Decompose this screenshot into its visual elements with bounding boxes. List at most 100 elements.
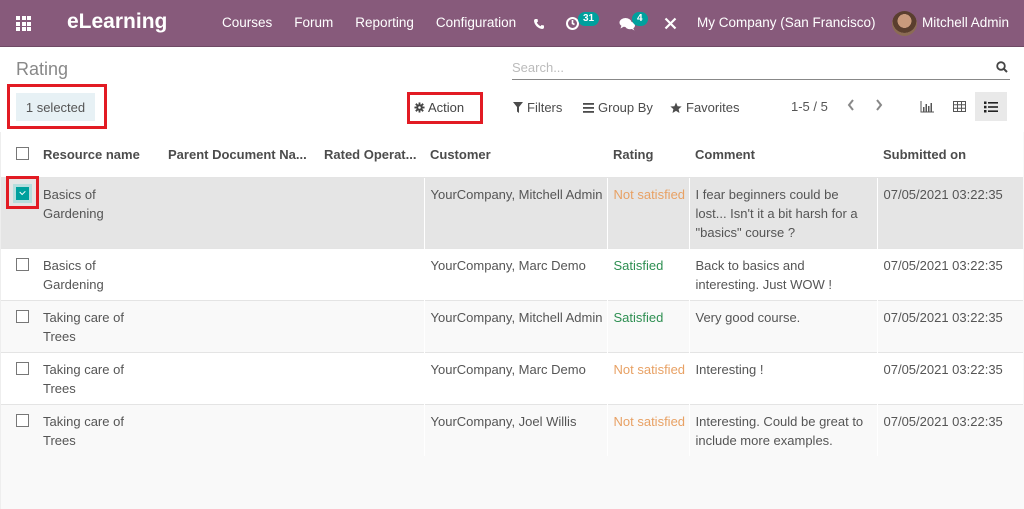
- view-graph-button[interactable]: [911, 92, 943, 121]
- resource-name-cell[interactable]: Taking care of Trees: [37, 403, 162, 456]
- list-view: Resource name Parent Document Na... Rate…: [0, 132, 1024, 509]
- resource-name-cell[interactable]: Taking care of Trees: [37, 351, 162, 404]
- main-menu: Courses Forum Reporting Configuration: [222, 15, 538, 30]
- table-row[interactable]: Taking care of Trees YourCompany, Marc De…: [1, 351, 1023, 404]
- breadcrumb: Rating: [16, 59, 69, 79]
- customer-cell[interactable]: YourCompany, Joel Willis: [423, 403, 607, 456]
- column-header-customer[interactable]: Customer: [424, 132, 607, 178]
- ratings-table: Resource name Parent Document Na... Rate…: [1, 132, 1023, 456]
- row-checkbox[interactable]: [16, 361, 29, 375]
- selected-count: 1 selected: [16, 93, 95, 121]
- resource-name-cell[interactable]: Basics of Gardening: [37, 247, 162, 300]
- debug-tools-icon[interactable]: [664, 0, 677, 47]
- parent-document-cell[interactable]: [162, 403, 318, 456]
- star-icon: [670, 102, 682, 113]
- parent-document-cell[interactable]: [162, 299, 318, 352]
- table-row[interactable]: Taking care of Trees YourCompany, Mitchel…: [1, 299, 1023, 352]
- column-header-comment[interactable]: Comment: [689, 132, 877, 178]
- comment-cell[interactable]: Interesting. Could be great to include m…: [688, 403, 877, 456]
- parent-document-cell[interactable]: [162, 176, 318, 248]
- column-header-resource-name[interactable]: Resource name: [37, 132, 162, 178]
- column-header-rating[interactable]: Rating: [607, 132, 689, 178]
- resource-name-cell[interactable]: Taking care of Trees: [37, 299, 162, 352]
- pager-value[interactable]: 1-5 / 5: [791, 99, 828, 114]
- comment-cell[interactable]: Very good course.: [688, 299, 877, 352]
- rated-operator-cell[interactable]: [318, 299, 424, 352]
- resource-name-cell[interactable]: Basics of Gardening: [37, 176, 162, 248]
- app-brand[interactable]: eLearning: [67, 10, 167, 34]
- groupby-label: Group By: [598, 100, 653, 115]
- action-button[interactable]: Action: [414, 100, 464, 115]
- column-header-parent-document[interactable]: Parent Document Na...: [162, 132, 318, 178]
- filter-icon: [513, 102, 523, 113]
- rating-cell[interactable]: Not satisfied: [606, 176, 689, 248]
- rating-cell[interactable]: Satisfied: [606, 299, 689, 352]
- pager-previous-button[interactable]: [846, 98, 856, 117]
- row-checkbox[interactable]: [16, 257, 29, 271]
- groupby-icon: [583, 102, 594, 113]
- groupby-button[interactable]: Group By: [583, 100, 653, 115]
- select-all-checkbox[interactable]: [16, 147, 29, 161]
- view-list-button[interactable]: [975, 92, 1007, 121]
- phone-icon[interactable]: [533, 0, 545, 47]
- column-header-rated-operator[interactable]: Rated Operat...: [318, 132, 424, 178]
- row-select-cell: [1, 403, 37, 456]
- table-header-row: Resource name Parent Document Na... Rate…: [1, 132, 1023, 178]
- comment-cell[interactable]: I fear beginners could be lost... Isn't …: [688, 176, 877, 248]
- apps-menu-icon[interactable]: [16, 16, 32, 31]
- view-pivot-button[interactable]: [943, 92, 975, 121]
- bar-chart-icon: [920, 100, 934, 112]
- rating-cell[interactable]: Not satisfied: [606, 351, 689, 404]
- filters-button[interactable]: Filters: [513, 100, 562, 115]
- submitted-on-cell[interactable]: 07/05/2021 03:22:35: [876, 247, 1023, 300]
- menu-item-courses[interactable]: Courses: [222, 15, 272, 30]
- user-menu[interactable]: Mitchell Admin: [922, 15, 1009, 30]
- message-count-badge: 4: [632, 12, 648, 26]
- gear-icon: [414, 102, 425, 113]
- submitted-on-cell[interactable]: 07/05/2021 03:22:35: [876, 299, 1023, 352]
- parent-document-cell[interactable]: [162, 247, 318, 300]
- search-bar: [512, 56, 1010, 80]
- submitted-on-cell[interactable]: 07/05/2021 03:22:35: [876, 176, 1023, 248]
- parent-document-cell[interactable]: [162, 351, 318, 404]
- chevron-left-icon: [847, 99, 854, 111]
- menu-item-configuration[interactable]: Configuration: [436, 15, 516, 30]
- customer-cell[interactable]: YourCompany, Mitchell Admin: [423, 176, 607, 248]
- comment-cell[interactable]: Interesting !: [688, 351, 877, 404]
- customer-cell[interactable]: YourCompany, Marc Demo: [423, 351, 607, 404]
- rated-operator-cell[interactable]: [318, 176, 424, 248]
- filters-label: Filters: [527, 100, 563, 115]
- activity-clock-icon[interactable]: [565, 0, 580, 47]
- table-row[interactable]: Basics of Gardening YourCompany, Mitchell…: [1, 176, 1023, 248]
- menu-item-reporting[interactable]: Reporting: [355, 15, 414, 30]
- company-switcher[interactable]: My Company (San Francisco): [697, 15, 876, 30]
- rating-cell[interactable]: Satisfied: [606, 247, 689, 300]
- search-input[interactable]: [512, 56, 982, 75]
- comment-cell[interactable]: Back to basics and interesting. Just WOW…: [688, 247, 877, 300]
- activity-count-badge: 31: [578, 12, 600, 26]
- rated-operator-cell[interactable]: [318, 351, 424, 404]
- favorites-button[interactable]: Favorites: [670, 100, 739, 115]
- row-checkbox[interactable]: [16, 413, 29, 427]
- rated-operator-cell[interactable]: [318, 403, 424, 456]
- submitted-on-cell[interactable]: 07/05/2021 03:22:35: [876, 351, 1023, 404]
- rating-cell[interactable]: Not satisfied: [606, 403, 689, 456]
- table-row[interactable]: Taking care of Trees YourCompany, Joel Wi…: [1, 403, 1023, 456]
- top-navbar: eLearning Courses Forum Reporting Config…: [0, 0, 1024, 47]
- search-icon[interactable]: [996, 61, 1008, 73]
- highlight-frame-checkbox: [6, 176, 39, 209]
- customer-cell[interactable]: YourCompany, Marc Demo: [423, 247, 607, 300]
- menu-item-forum[interactable]: Forum: [294, 15, 333, 30]
- row-select-cell: [1, 247, 37, 300]
- rated-operator-cell[interactable]: [318, 247, 424, 300]
- user-avatar[interactable]: [892, 11, 917, 36]
- list-icon: [984, 101, 998, 112]
- table-row[interactable]: Basics of Gardening YourCompany, Marc Dem…: [1, 247, 1023, 300]
- pager-next-button[interactable]: [874, 98, 884, 117]
- customer-cell[interactable]: YourCompany, Mitchell Admin: [423, 299, 607, 352]
- row-checkbox[interactable]: [16, 309, 29, 323]
- submitted-on-cell[interactable]: 07/05/2021 03:22:35: [876, 403, 1023, 456]
- chevron-right-icon: [876, 99, 883, 111]
- column-header-submitted-on[interactable]: Submitted on: [877, 132, 1023, 178]
- table-grid-icon: [952, 101, 966, 112]
